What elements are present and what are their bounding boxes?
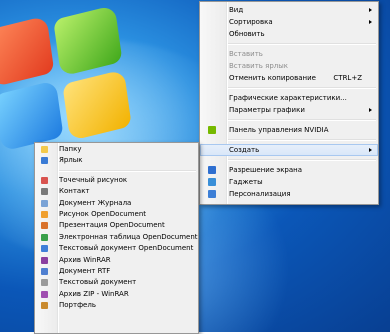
create-menu-item-7[interactable]: Рисунок OpenDocument — [35, 209, 198, 220]
menu-separator — [59, 169, 196, 172]
create-menu-item-5[interactable]: Контакт — [35, 186, 198, 197]
create-menu-item-2[interactable]: Ярлык — [35, 155, 198, 166]
winrar-icon — [41, 256, 48, 264]
submenu-arrow-icon — [369, 20, 372, 24]
desktop-context-menu: Вид Сортировка Обновить Вставить Вставить яр… — [199, 1, 379, 205]
logo-tile-blue — [0, 80, 64, 152]
context-menu-item-7[interactable]: Отменить копирование CTRL+Z — [200, 72, 378, 84]
menu-item-shortcut: CTRL+Z — [333, 74, 362, 82]
menu-item-label: Разрешение экрана — [229, 166, 303, 174]
menu-item-label: Ярлык — [59, 156, 83, 165]
journal-icon — [41, 199, 48, 207]
menu-item-label: Рисунок OpenDocument — [59, 209, 147, 218]
briefcase-icon — [41, 302, 48, 310]
menu-item-label: Вставить — [229, 50, 263, 58]
submenu-arrow-icon — [369, 148, 372, 152]
menu-item-label: Отменить копирование — [229, 74, 316, 82]
logo-tile-red — [0, 15, 55, 88]
zip-icon — [41, 290, 48, 298]
menu-item-label: Папку — [59, 145, 82, 153]
menu-item-label: Графические характеристики... — [229, 94, 347, 102]
odg-icon — [41, 210, 48, 218]
context-menu-item-2[interactable]: Сортировка — [200, 16, 378, 28]
folder-icon — [41, 146, 48, 153]
create-menu-item-12[interactable]: Документ RTF — [35, 266, 198, 277]
create-menu-item-11[interactable]: Архив WinRAR — [35, 255, 198, 266]
menu-item-label: Портфель — [59, 301, 96, 310]
menu-item-label: Текстовый документ OpenDocument — [59, 244, 194, 253]
menu-item-label: Текстовый документ — [59, 278, 137, 287]
nvidia-icon — [208, 126, 216, 134]
menu-item-label: Документ RTF — [59, 266, 111, 275]
create-menu-item-4[interactable]: Точечный рисунок — [35, 175, 198, 186]
menu-item-label: Вставить ярлык — [229, 62, 289, 70]
menu-separator — [228, 159, 376, 161]
bitmap-icon — [41, 176, 48, 184]
rtf-icon — [41, 267, 48, 275]
menu-item-label: Архив WinRAR — [59, 255, 111, 264]
create-menu-item-13[interactable]: Текстовый документ — [35, 277, 198, 288]
menu-item-label: Персонализация — [229, 190, 291, 198]
submenu-arrow-icon — [369, 108, 372, 112]
create-menu-item-9[interactable]: Электронная таблица OpenDocument — [35, 232, 198, 243]
context-menu-item-16[interactable]: Разрешение экрана — [200, 164, 378, 176]
context-menu-item-14[interactable]: Создать — [200, 144, 378, 156]
contact-icon — [41, 188, 48, 196]
context-menu-item-6[interactable]: Вставить ярлык — [200, 60, 378, 72]
menu-item-label: Параметры графики — [229, 106, 305, 114]
create-submenu: Папку Ярлык Точечный рисунок Контакт Докумен… — [34, 142, 199, 334]
context-menu-item-10[interactable]: Параметры графики — [200, 104, 378, 116]
menu-item-label: Точечный рисунок — [59, 175, 128, 184]
context-menu-item-12[interactable]: Панель управления NVIDIA — [200, 124, 378, 136]
gadgets-icon — [208, 178, 216, 186]
create-menu-item-6[interactable]: Документ Журнала — [35, 198, 198, 209]
context-menu-item-18[interactable]: Персонализация — [200, 188, 378, 200]
menu-separator — [228, 119, 376, 121]
personalization-icon — [208, 190, 216, 198]
context-menu-item-9[interactable]: Графические характеристики... — [200, 92, 378, 104]
create-menu-item-8[interactable]: Презентация OpenDocument — [35, 220, 198, 231]
menu-item-label: Гаджеты — [229, 178, 263, 186]
menu-item-label: Панель управления NVIDIA — [229, 126, 329, 134]
odp-icon — [41, 222, 48, 230]
menu-item-label: Вид — [229, 6, 244, 14]
txt-icon — [41, 279, 48, 287]
create-menu-item-10[interactable]: Текстовый документ OpenDocument — [35, 243, 198, 254]
menu-item-label: Документ Журнала — [59, 198, 132, 207]
menu-item-label: Обновить — [229, 30, 265, 38]
logo-tile-yellow — [62, 69, 132, 142]
context-menu-item-17[interactable]: Гаджеты — [200, 176, 378, 188]
shortcut-icon — [41, 157, 48, 165]
context-menu-item-3[interactable]: Обновить — [200, 28, 378, 40]
screen-resolution-icon — [208, 166, 216, 174]
ods-icon — [41, 233, 48, 241]
context-menu-item-5[interactable]: Вставить — [200, 48, 378, 60]
menu-separator — [228, 43, 376, 45]
submenu-arrow-icon — [369, 8, 372, 12]
logo-tile-green — [53, 4, 123, 77]
create-menu-item-1[interactable]: Папку — [35, 144, 198, 155]
create-menu-item-14[interactable]: Архив ZIP - WinRAR — [35, 289, 198, 300]
menu-item-label: Контакт — [59, 187, 90, 196]
odt-icon — [41, 245, 48, 253]
menu-item-label: Электронная таблица OpenDocument — [59, 232, 198, 241]
menu-separator — [228, 87, 376, 89]
context-menu-item-1[interactable]: Вид — [200, 4, 378, 16]
menu-item-label: Сортировка — [229, 18, 273, 26]
create-menu-item-15[interactable]: Портфель — [35, 300, 198, 311]
menu-separator — [228, 139, 376, 141]
menu-item-label: Создать — [229, 146, 260, 154]
menu-item-label: Презентация OpenDocument — [59, 221, 165, 230]
menu-item-label: Архив ZIP - WinRAR — [59, 289, 129, 298]
